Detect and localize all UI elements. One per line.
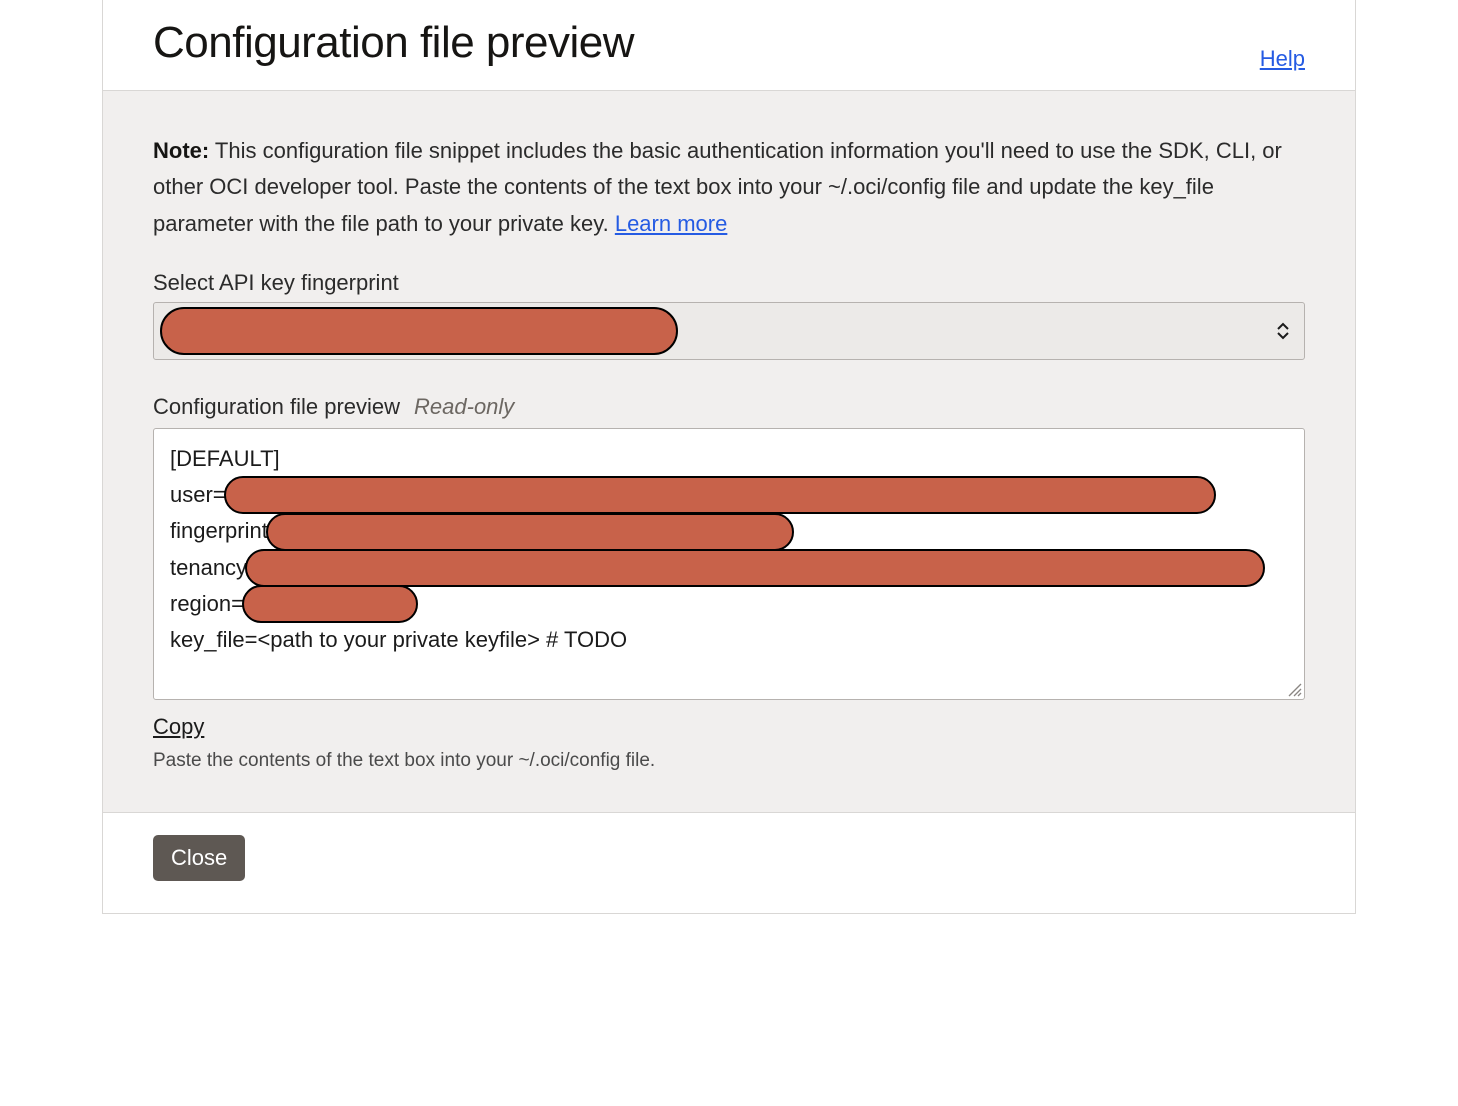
dialog-footer: Close [103,813,1355,913]
fingerprint-select[interactable] [153,302,1305,360]
config-preview-textarea[interactable]: [DEFAULT] user= fingerprint tenancy regi… [153,428,1305,700]
redacted-tenancy-value [245,549,1265,587]
help-link[interactable]: Help [1260,46,1305,72]
cfg-line-region: region= [170,586,1288,622]
resize-handle-icon[interactable] [1286,681,1302,697]
redacted-region-value [242,585,418,623]
note-text: Note: This configuration file snippet in… [153,133,1305,242]
cfg-line-user: user= [170,477,1288,513]
copy-hint: Paste the contents of the text box into … [153,750,1305,772]
readonly-tag: Read-only [414,394,514,420]
copy-link[interactable]: Copy [153,714,204,740]
fingerprint-select-label: Select API key fingerprint [153,270,1305,296]
cfg-line-keyfile: key_file=<path to your private keyfile> … [170,622,1288,658]
cfg-line-fingerprint: fingerprint [170,513,1288,549]
dialog-body: Note: This configuration file snippet in… [103,91,1355,813]
redacted-fingerprint-value [160,307,678,355]
close-button[interactable]: Close [153,835,245,881]
redacted-user-value [224,476,1216,514]
config-file-preview-dialog: Configuration file preview Help Note: Th… [102,0,1356,914]
cfg-line-tenancy: tenancy [170,550,1288,586]
note-prefix: Note: [153,138,209,163]
learn-more-link[interactable]: Learn more [615,211,728,236]
dialog-header: Configuration file preview Help [103,0,1355,91]
cfg-line-default: [DEFAULT] [170,441,1288,477]
chevron-updown-icon [1276,322,1290,340]
preview-label-row: Configuration file preview Read-only [153,394,1305,420]
preview-label: Configuration file preview [153,394,400,420]
dialog-title: Configuration file preview [153,18,634,68]
redacted-fingerprint-value-line [266,513,794,551]
